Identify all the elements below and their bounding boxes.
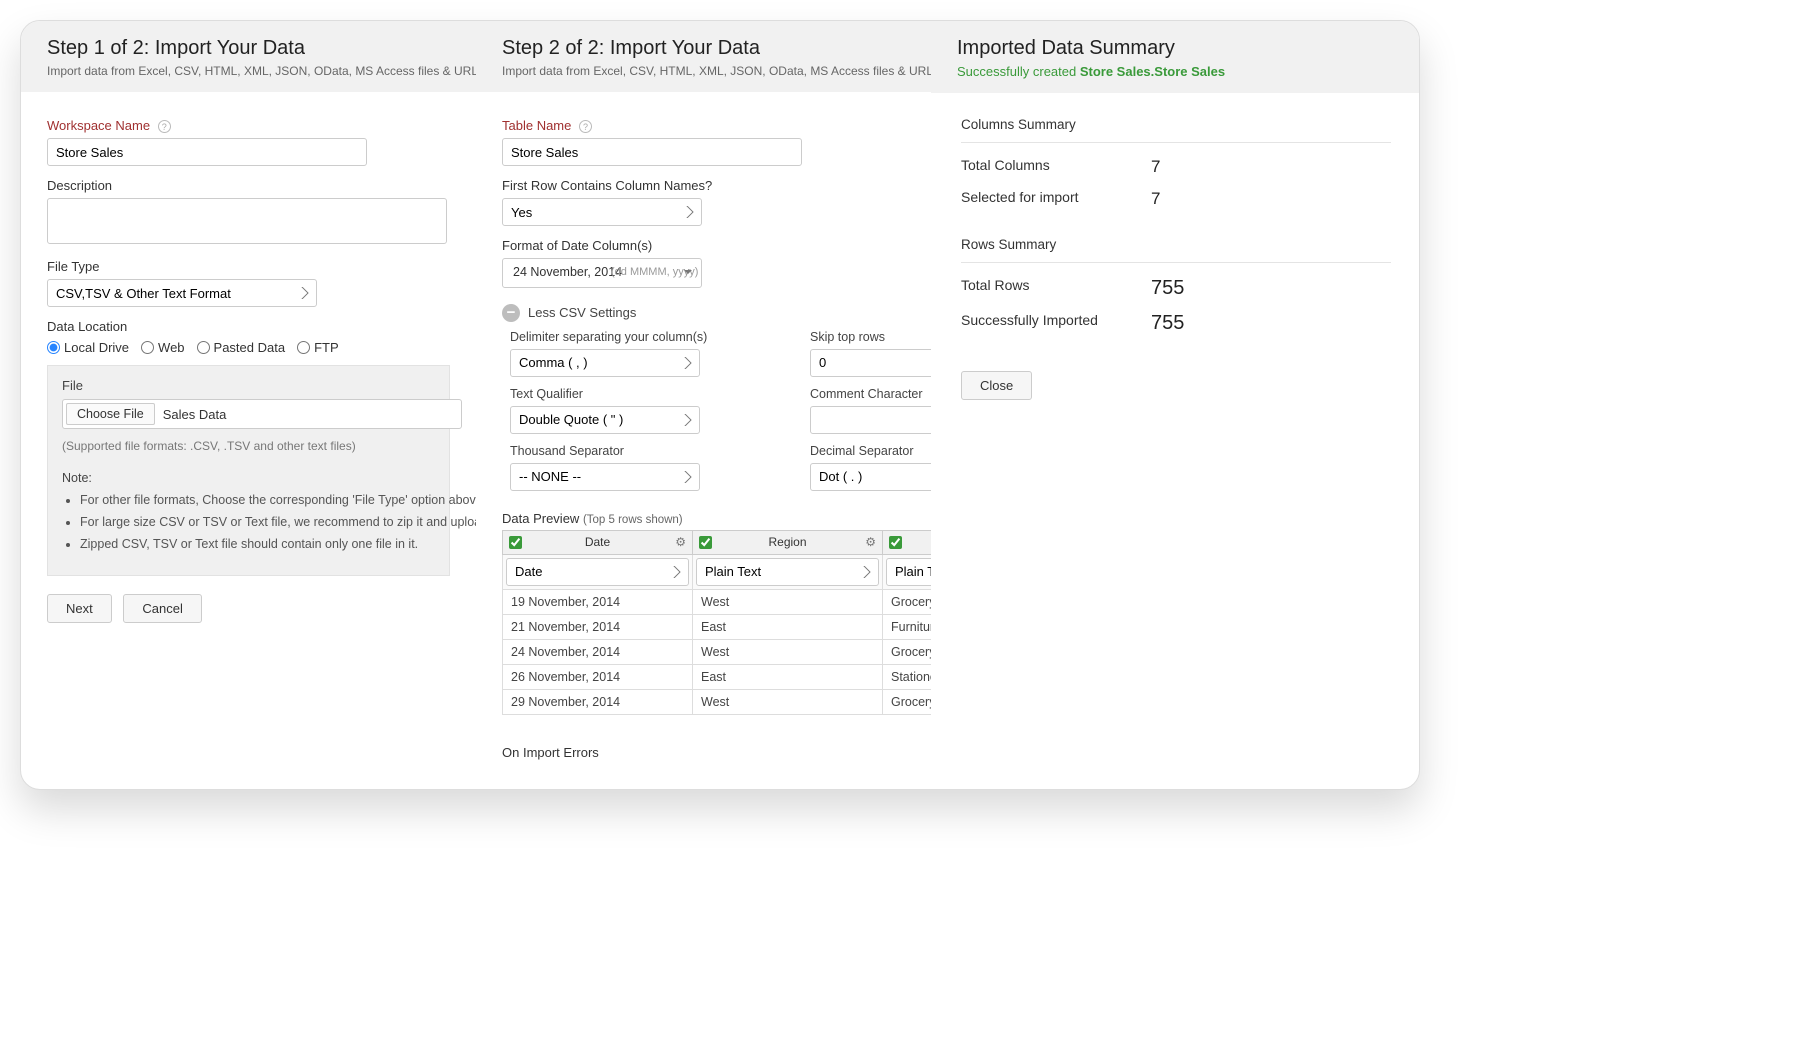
- date-format-label: Format of Date Column(s): [502, 238, 905, 253]
- step2-subtitle: Import data from Excel, CSV, HTML, XML, …: [502, 64, 905, 78]
- thousand-sep-select[interactable]: -- NONE --: [510, 463, 700, 491]
- note-item: Zipped CSV, TSV or Text file should cont…: [80, 537, 435, 551]
- table-name-input[interactable]: [502, 138, 802, 166]
- column-header: Product⚙: [883, 530, 932, 554]
- imported-rows-label: Successfully Imported: [961, 312, 1151, 335]
- total-rows-value: 755: [1151, 277, 1184, 300]
- first-row-select[interactable]: Yes: [502, 198, 702, 226]
- imported-rows-value: 755: [1151, 312, 1184, 335]
- column-checkbox[interactable]: [699, 536, 712, 549]
- data-location-option[interactable]: Web: [141, 340, 185, 355]
- summary-panel: Imported Data Summary Successfully creat…: [931, 21, 1420, 789]
- rows-summary-heading: Rows Summary: [961, 237, 1391, 258]
- csv-settings-toggle[interactable]: Less CSV Settings: [528, 305, 636, 320]
- step2-panel: Step 2 of 2: Import Your Data Import dat…: [476, 21, 931, 789]
- table-name-label: Table Name ?: [502, 118, 905, 133]
- file-type-select[interactable]: CSV,TSV & Other Text Format: [47, 279, 317, 307]
- total-rows-label: Total Rows: [961, 277, 1151, 300]
- skip-rows-input[interactable]: [810, 349, 931, 377]
- data-location-radios: Local Drive Web Pasted Data FTP: [47, 340, 450, 355]
- thousand-sep-label: Thousand Separator: [510, 444, 710, 458]
- delimiter-select[interactable]: Comma ( , ): [510, 349, 700, 377]
- description-input[interactable]: [47, 198, 447, 244]
- table-row: 24 November, 2014WestGrocery: [503, 639, 932, 664]
- note-item: For other file formats, Choose the corre…: [80, 493, 435, 507]
- selected-columns-label: Selected for import: [961, 189, 1151, 209]
- table-row: 21 November, 2014EastFurniture: [503, 614, 932, 639]
- choose-file-button[interactable]: Choose File: [66, 403, 155, 425]
- workspace-name-input[interactable]: [47, 138, 367, 166]
- collapse-icon[interactable]: −: [502, 304, 520, 322]
- table-row: 26 November, 2014EastStationery: [503, 664, 932, 689]
- table-row: 19 November, 2014WestGrocery: [503, 589, 932, 614]
- gear-icon[interactable]: ⚙: [865, 535, 876, 549]
- supported-formats-text: (Supported file formats: .CSV, .TSV and …: [62, 439, 435, 453]
- column-type-select[interactable]: Plain Text: [696, 558, 879, 586]
- first-row-label: First Row Contains Column Names?: [502, 178, 905, 193]
- next-button[interactable]: Next: [47, 594, 112, 623]
- close-button[interactable]: Close: [961, 371, 1032, 400]
- summary-title: Imported Data Summary: [957, 37, 1395, 60]
- text-qualifier-select[interactable]: Double Quote ( " ): [510, 406, 700, 434]
- total-columns-value: 7: [1151, 157, 1160, 177]
- description-label: Description: [47, 178, 450, 193]
- gear-icon[interactable]: ⚙: [675, 535, 686, 549]
- step2-header: Step 2 of 2: Import Your Data Import dat…: [476, 21, 931, 92]
- step1-panel: Step 1 of 2: Import Your Data Import dat…: [21, 21, 476, 789]
- column-checkbox[interactable]: [509, 536, 522, 549]
- success-message: Successfully created Store Sales.Store S…: [957, 64, 1395, 79]
- text-qualifier-label: Text Qualifier: [510, 387, 710, 401]
- workspace-name-label: Workspace Name ?: [47, 118, 450, 133]
- skip-rows-label: Skip top rows: [810, 330, 931, 344]
- file-box: File Choose File Sales Data (Supported f…: [47, 365, 450, 576]
- step1-subtitle: Import data from Excel, CSV, HTML, XML, …: [47, 64, 450, 78]
- data-location-option[interactable]: Local Drive: [47, 340, 129, 355]
- comment-char-label: Comment Character: [810, 387, 931, 401]
- column-checkbox[interactable]: [889, 536, 902, 549]
- preview-title: Data Preview (Top 5 rows shown): [502, 511, 905, 526]
- cancel-button[interactable]: Cancel: [123, 594, 201, 623]
- notes-list: For other file formats, Choose the corre…: [80, 493, 435, 551]
- column-header: Region⚙: [693, 530, 883, 554]
- data-location-label: Data Location: [47, 319, 450, 334]
- data-location-option[interactable]: Pasted Data: [197, 340, 286, 355]
- selected-file-name: Sales Data: [163, 407, 227, 422]
- step1-header: Step 1 of 2: Import Your Data Import dat…: [21, 21, 476, 92]
- decimal-sep-select[interactable]: Dot ( . ): [810, 463, 931, 491]
- comment-char-input[interactable]: [810, 406, 931, 434]
- help-icon[interactable]: ?: [158, 120, 171, 133]
- on-import-errors-label: On Import Errors: [502, 745, 905, 760]
- date-format-select[interactable]: 24 November, 2014 (dd MMMM, yyyy): [502, 258, 702, 288]
- data-preview-table: Date⚙Region⚙Product⚙ DatePlain TextPlain…: [502, 530, 931, 715]
- decimal-sep-label: Decimal Separator: [810, 444, 931, 458]
- step1-title: Step 1 of 2: Import Your Data: [47, 37, 450, 60]
- file-label: File: [62, 378, 435, 393]
- delimiter-label: Delimiter separating your column(s): [510, 330, 710, 344]
- total-columns-label: Total Columns: [961, 157, 1151, 177]
- help-icon[interactable]: ?: [579, 120, 592, 133]
- app-frame: Step 1 of 2: Import Your Data Import dat…: [20, 20, 1420, 790]
- column-type-select[interactable]: Date: [506, 558, 689, 586]
- note-item: For large size CSV or TSV or Text file, …: [80, 515, 435, 529]
- columns-summary-heading: Columns Summary: [961, 117, 1391, 138]
- data-location-option[interactable]: FTP: [297, 340, 339, 355]
- summary-header: Imported Data Summary Successfully creat…: [931, 21, 1420, 93]
- column-header: Date⚙: [503, 530, 693, 554]
- selected-columns-value: 7: [1151, 189, 1160, 209]
- column-type-select[interactable]: Plain Text: [886, 558, 931, 586]
- table-row: 29 November, 2014WestGrocery: [503, 689, 932, 714]
- file-type-label: File Type: [47, 259, 450, 274]
- note-title: Note:: [62, 471, 435, 485]
- step2-title: Step 2 of 2: Import Your Data: [502, 37, 905, 60]
- chevron-down-icon: [684, 270, 692, 278]
